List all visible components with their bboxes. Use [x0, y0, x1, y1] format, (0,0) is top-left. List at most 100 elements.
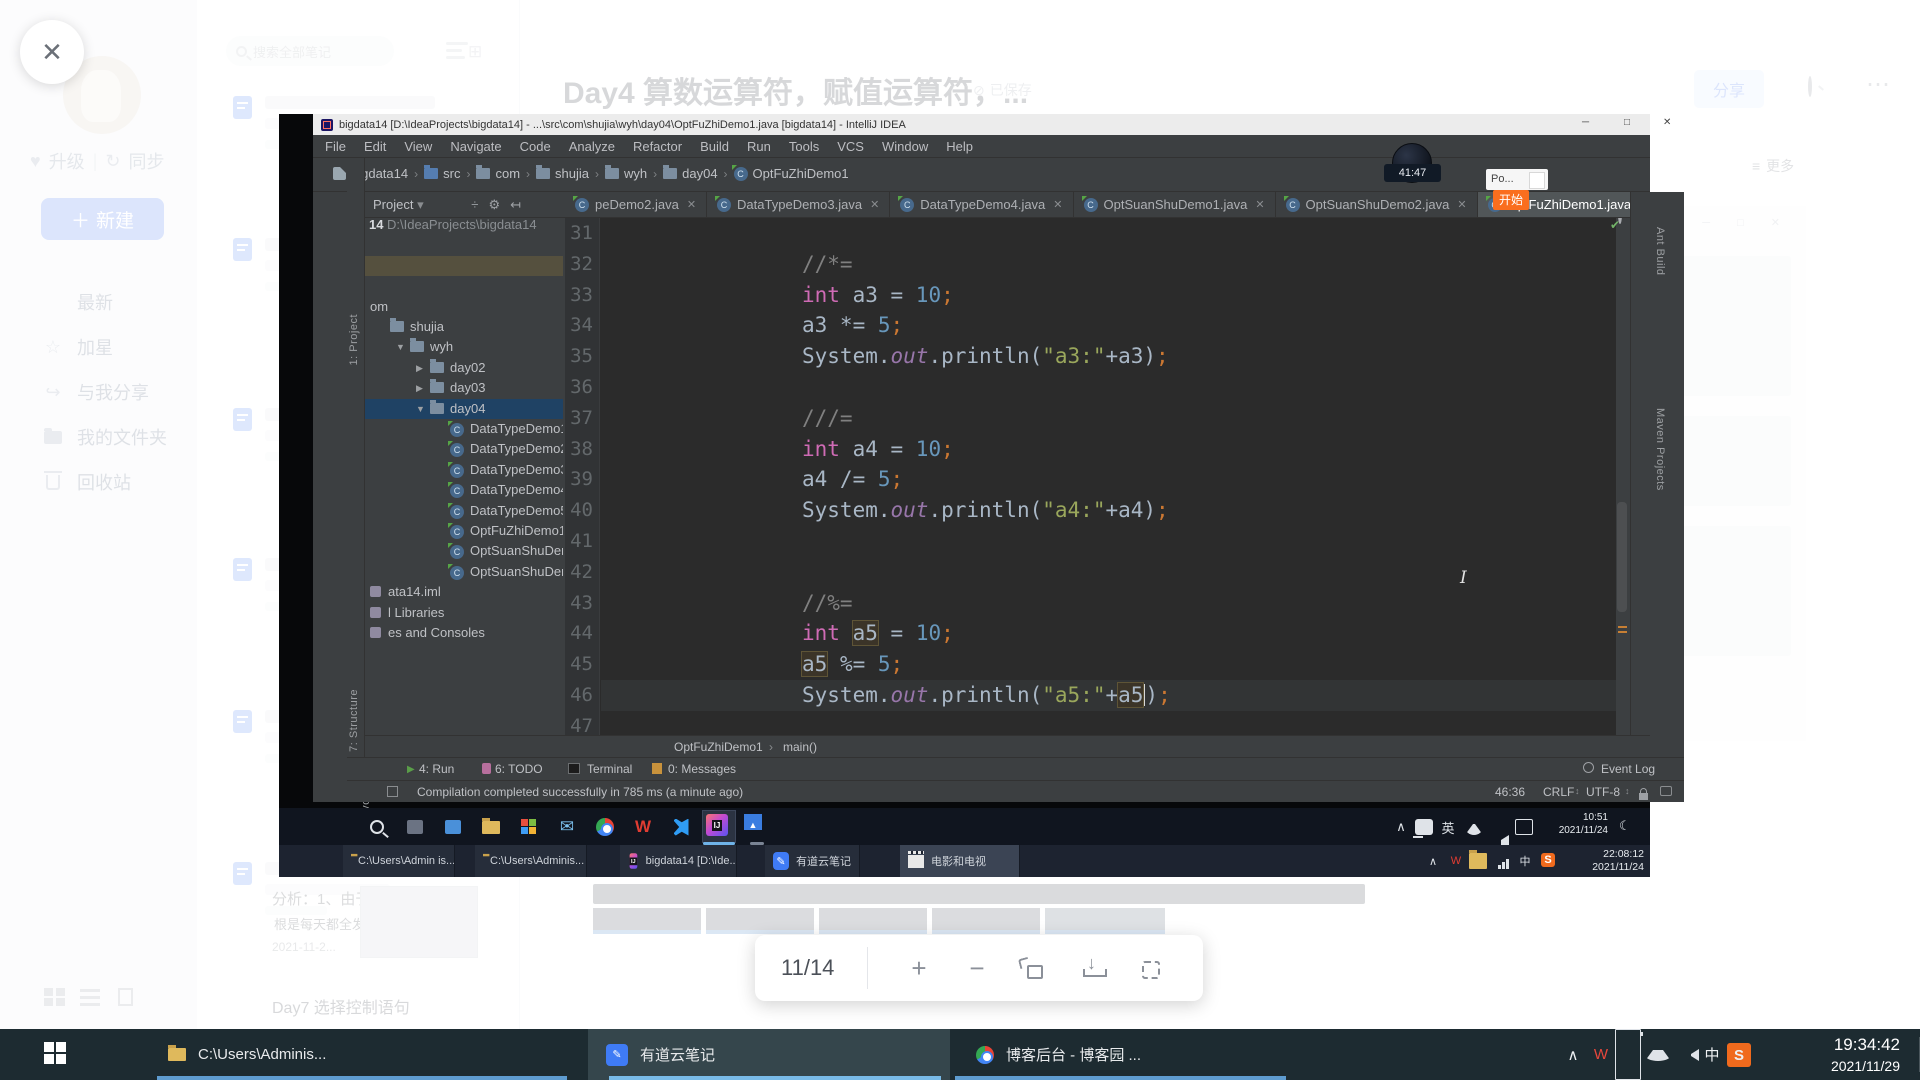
close-icon[interactable]: ✕	[1663, 117, 1671, 128]
tree-row-root[interactable]: 14 D:\IdeaProjects\bigdata14	[365, 218, 563, 235]
taskbar-vscode-icon[interactable]	[668, 814, 694, 840]
tab-peDemo2.java[interactable]: CpeDemo2.java✕	[565, 192, 707, 217]
menu-view[interactable]: View	[404, 139, 432, 154]
tree-row-OptSuanShuDemo1[interactable]: COptSuanShuDemo1	[365, 541, 563, 561]
tray-expand-icon[interactable]: ∧	[1560, 1029, 1586, 1080]
tree-row-DataTypeDemo2[interactable]: CDataTypeDemo2	[365, 439, 563, 459]
ide-indicator-icon[interactable]	[1660, 786, 1672, 796]
tree-collapsed-arrow[interactable]: ▶	[416, 383, 423, 394]
taskbar-clock[interactable]: 19:34:42 2021/11/29	[1831, 1035, 1900, 1074]
start-button[interactable]	[44, 1042, 66, 1064]
tree-row-DataTypeDemo5[interactable]: CDataTypeDemo5	[365, 501, 563, 521]
panel-header-icon[interactable]: ↤	[510, 197, 521, 213]
window-button-C:\Users\Admin is...[interactable]: C:\Users\Admin is...	[343, 845, 455, 877]
tree-row-DataTypeDemo1[interactable]: CDataTypeDemo1	[365, 419, 563, 439]
battery-icon[interactable]	[1615, 1029, 1641, 1080]
tree-row-wyh[interactable]: ▼wyh	[365, 337, 563, 357]
taskbar-start-icon[interactable]	[326, 814, 352, 840]
tree-row-om[interactable]: om	[365, 297, 563, 317]
tree-row-day03[interactable]: ▶day03	[365, 378, 563, 398]
menu-tools[interactable]: Tools	[789, 139, 819, 154]
breadcrumb-method[interactable]: main()	[783, 740, 817, 754]
tab-close-icon[interactable]: ✕	[1457, 198, 1466, 211]
taskbar-search-icon[interactable]	[364, 814, 390, 840]
wifi-icon[interactable]	[1645, 1049, 1671, 1061]
taskbar-mail-icon[interactable]: ✉	[554, 814, 580, 840]
menu-run[interactable]: Run	[747, 139, 771, 154]
tree-row-es and Consoles[interactable]: es and Consoles	[365, 623, 563, 643]
tree-row-OptFuZhiDemo1[interactable]: COptFuZhiDemo1	[365, 521, 563, 541]
tree-row-day04[interactable]: ▼day04	[365, 399, 563, 419]
tab-DataTypeDemo3.java[interactable]: CDataTypeDemo3.java✕	[707, 192, 890, 217]
tab-OptSuanShuDemo1.java[interactable]: COptSuanShuDemo1.java✕	[1074, 192, 1276, 217]
zoom-in-button[interactable]: +	[890, 953, 948, 984]
tool-stripe-maven[interactable]: Maven Projects	[1654, 408, 1666, 491]
window-button-有道云笔记[interactable]: ✎有道云笔记	[765, 845, 860, 877]
tree-expanded-arrow[interactable]: ▼	[416, 404, 425, 414]
touch-keyboard-icon[interactable]	[1515, 819, 1533, 835]
mic-icon[interactable]	[1415, 819, 1433, 835]
line-separator[interactable]: CRLF	[1543, 785, 1574, 799]
notification-moon-icon[interactable]: ☾	[1619, 818, 1631, 834]
tool-stripe-project[interactable]: 1: Project	[348, 314, 360, 365]
wps-icon[interactable]: W	[1588, 1029, 1614, 1080]
menu-code[interactable]: Code	[520, 139, 551, 154]
tree-expanded-arrow[interactable]: ▼	[396, 342, 405, 352]
viewer-close-button[interactable]: ✕	[20, 20, 84, 84]
zoom-out-button[interactable]: −	[948, 953, 1006, 984]
panel-header-icon[interactable]: ⚙	[488, 197, 500, 213]
tab-OptSuanShuDemo2.java[interactable]: COptSuanShuDemo2.java✕	[1276, 192, 1478, 217]
crumb-day04[interactable]: day04	[663, 166, 717, 181]
inspections-ok-icon[interactable]: ✔	[1610, 218, 1620, 232]
taskbar-chrome-icon[interactable]	[592, 814, 618, 840]
sogou-icon[interactable]: S	[1727, 1043, 1751, 1067]
network-icon[interactable]	[1494, 853, 1512, 869]
tree-row-hover[interactable]	[365, 256, 563, 276]
tool-stripe-structure[interactable]: 7: Structure	[348, 689, 360, 752]
tray-expand-icon[interactable]: ∧	[1424, 853, 1442, 869]
taskbar-wps-icon[interactable]: W	[630, 814, 656, 840]
wifi-icon[interactable]	[1465, 819, 1483, 835]
taskbar-explorer-icon[interactable]	[478, 814, 504, 840]
file-encoding[interactable]: UTF-8	[1586, 785, 1620, 799]
tab-close-icon[interactable]: ✕	[687, 198, 696, 211]
minimize-icon[interactable]: ─	[1582, 117, 1589, 128]
tree-row-l Libraries[interactable]: l Libraries	[365, 603, 563, 623]
volume-icon[interactable]	[1673, 1049, 1699, 1061]
tree-collapsed-arrow[interactable]: ▶	[416, 363, 423, 374]
toolwindow-messages[interactable]: 0: Messages	[668, 762, 736, 776]
menu-help[interactable]: Help	[946, 139, 973, 154]
ime-icon[interactable]: 中	[1699, 1029, 1725, 1080]
taskbar-store-icon[interactable]	[516, 814, 542, 840]
tree-row-DataTypeDemo3[interactable]: CDataTypeDemo3	[365, 460, 563, 480]
viewed-image[interactable]: bigdata14 [D:\IdeaProjects\bigdata14] - …	[279, 114, 1650, 877]
window-button-bigdata14 [D:\Ide...[interactable]: IJbigdata14 [D:\Ide...	[620, 845, 737, 877]
tree-row-DataTypeDemo4[interactable]: CDataTypeDemo4	[365, 480, 563, 500]
menu-analyze[interactable]: Analyze	[569, 139, 615, 154]
toolwindow-terminal[interactable]: Terminal	[587, 762, 632, 776]
editor-scrollbar[interactable]	[1617, 502, 1627, 612]
taskbar-window-app-icon[interactable]	[440, 814, 466, 840]
tool-stripe-ant[interactable]: Ant Build	[1654, 227, 1666, 276]
toolwindow-run[interactable]: 4: Run	[419, 762, 454, 776]
crumb-wyh[interactable]: wyh	[605, 166, 647, 181]
menu-edit[interactable]: Edit	[364, 139, 386, 154]
folder-icon[interactable]	[1469, 853, 1487, 869]
crumb-shujia[interactable]: shujia	[536, 166, 589, 181]
taskbar-clock[interactable]: 22:08:122021/11/24	[1592, 848, 1644, 874]
tree-row-OptSuanShuDemo2[interactable]: COptSuanShuDemo2	[365, 562, 563, 582]
tab-close-icon[interactable]: ✕	[870, 198, 879, 211]
tray-expand-icon[interactable]: ∧	[1392, 819, 1410, 835]
wps-icon[interactable]: W	[1447, 853, 1465, 869]
breadcrumb-class[interactable]: OptFuZhiDemo1	[674, 740, 763, 754]
input-lang[interactable]: 英	[1439, 819, 1457, 835]
toolwindow-todo[interactable]: 6: TODO	[495, 762, 543, 776]
window-button-电影和电视[interactable]: 电影和电视	[900, 845, 1020, 877]
code-editor[interactable]: 3132333435363738394041424344454647 //*=i…	[565, 218, 1616, 735]
tab-close-icon[interactable]: ✕	[1255, 198, 1264, 211]
menu-navigate[interactable]: Navigate	[450, 139, 501, 154]
tab-close-icon[interactable]: ✕	[1053, 198, 1062, 211]
menu-vcs[interactable]: VCS	[837, 139, 864, 154]
tree-row-shujia[interactable]: shujia	[365, 317, 563, 337]
panel-header-icon[interactable]: ÷	[471, 197, 478, 213]
